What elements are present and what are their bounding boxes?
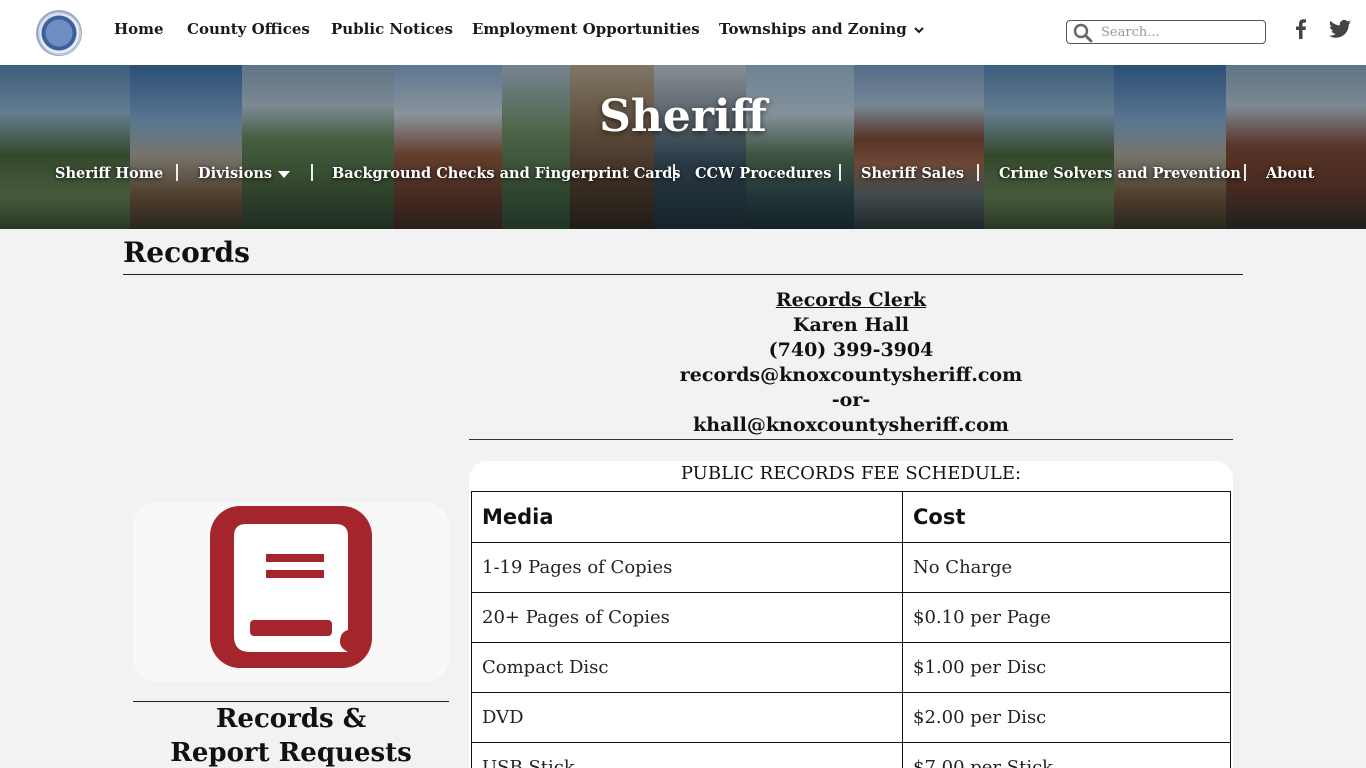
banner-title: Sheriff xyxy=(599,91,767,142)
clerk-divider xyxy=(469,439,1233,440)
subnav-separator xyxy=(839,164,841,181)
nav-county-offices[interactable]: County Offices xyxy=(187,20,310,38)
media-cell: Compact Disc xyxy=(471,642,903,693)
cost-cell: $7.00 per Stick xyxy=(902,742,1231,768)
search-icon[interactable] xyxy=(1073,23,1093,43)
media-cell: USB Stick xyxy=(471,742,903,768)
nav-home[interactable]: Home xyxy=(114,20,164,38)
clerk-email-khall[interactable]: khall@knoxcountysheriff.com xyxy=(469,413,1233,438)
search-input[interactable] xyxy=(1101,22,1261,42)
subnav-sheriff-sales[interactable]: Sheriff Sales xyxy=(861,165,964,182)
media-cell: DVD xyxy=(471,692,903,743)
clerk-email-records[interactable]: records@knoxcountysheriff.com xyxy=(469,363,1233,388)
fee-schedule-heading: PUBLIC RECORDS FEE SCHEDULE: xyxy=(680,463,1022,484)
top-navigation: Home County Offices Public Notices Emplo… xyxy=(0,0,1366,65)
cost-cell: $0.10 per Page xyxy=(902,592,1231,643)
media-cell: 1-19 Pages of Copies xyxy=(471,542,903,593)
cost-cell: $1.00 per Disc xyxy=(902,642,1231,693)
table-header-row: Media Cost xyxy=(471,491,1231,543)
records-request-caption[interactable]: Records & Report Requests xyxy=(133,702,449,768)
caption-line-1: Records & xyxy=(215,704,367,734)
table-row: USB Stick $7.00 per Stick xyxy=(471,742,1231,768)
sheriff-banner: Sheriff Sheriff Home Divisions Backgroun… xyxy=(0,65,1366,229)
clerk-heading: Records Clerk xyxy=(775,289,927,311)
banner-overlay xyxy=(0,65,1366,229)
page-title: Records xyxy=(123,236,250,269)
nav-employment-opportunities[interactable]: Employment Opportunities xyxy=(472,20,700,38)
twitter-icon[interactable] xyxy=(1328,17,1352,41)
records-book-icon[interactable] xyxy=(210,506,372,668)
records-clerk-contact: Records Clerk Karen Hall (740) 399-3904 … xyxy=(469,288,1233,438)
nav-townships-and-zoning[interactable]: Townships and Zoning xyxy=(719,20,907,38)
table-row: Compact Disc $1.00 per Disc xyxy=(471,642,1231,693)
nav-public-notices[interactable]: Public Notices xyxy=(331,20,453,38)
caption-line-2: Report Requests xyxy=(170,738,412,768)
subnav-separator xyxy=(1244,164,1246,181)
table-row: 1-19 Pages of Copies No Charge xyxy=(471,542,1231,593)
cost-cell: No Charge xyxy=(902,542,1231,593)
title-divider xyxy=(123,274,1243,275)
caret-down-icon[interactable] xyxy=(278,171,290,179)
subnav-separator xyxy=(176,164,178,181)
table-row: DVD $2.00 per Disc xyxy=(471,692,1231,743)
county-seal-logo[interactable] xyxy=(36,10,82,56)
search-box xyxy=(1066,20,1266,44)
subnav-ccw-procedures[interactable]: CCW Procedures xyxy=(695,165,831,182)
subnav-sheriff-home[interactable]: Sheriff Home xyxy=(55,165,163,182)
clerk-or-separator: -or- xyxy=(831,389,871,411)
subnav-background-checks[interactable]: Background Checks and Fingerprint Cards xyxy=(332,165,681,182)
clerk-name: Karen Hall xyxy=(792,314,910,336)
subnav-separator xyxy=(977,164,979,181)
subnav-divisions[interactable]: Divisions xyxy=(198,165,272,182)
fee-schedule-table: Media Cost 1-19 Pages of Copies No Charg… xyxy=(471,491,1231,768)
chevron-down-icon[interactable] xyxy=(913,24,925,36)
column-header-media: Media xyxy=(471,491,903,543)
cost-cell: $2.00 per Disc xyxy=(902,692,1231,743)
subnav-separator xyxy=(673,164,675,181)
facebook-icon[interactable] xyxy=(1289,17,1313,41)
subnav-about[interactable]: About xyxy=(1266,165,1314,182)
clerk-phone[interactable]: (740) 399-3904 xyxy=(469,338,1233,363)
column-header-cost: Cost xyxy=(902,491,1231,543)
subnav-separator xyxy=(311,164,313,181)
subnav-crime-solvers[interactable]: Crime Solvers and Prevention xyxy=(999,165,1241,182)
table-row: 20+ Pages of Copies $0.10 per Page xyxy=(471,592,1231,643)
media-cell: 20+ Pages of Copies xyxy=(471,592,903,643)
